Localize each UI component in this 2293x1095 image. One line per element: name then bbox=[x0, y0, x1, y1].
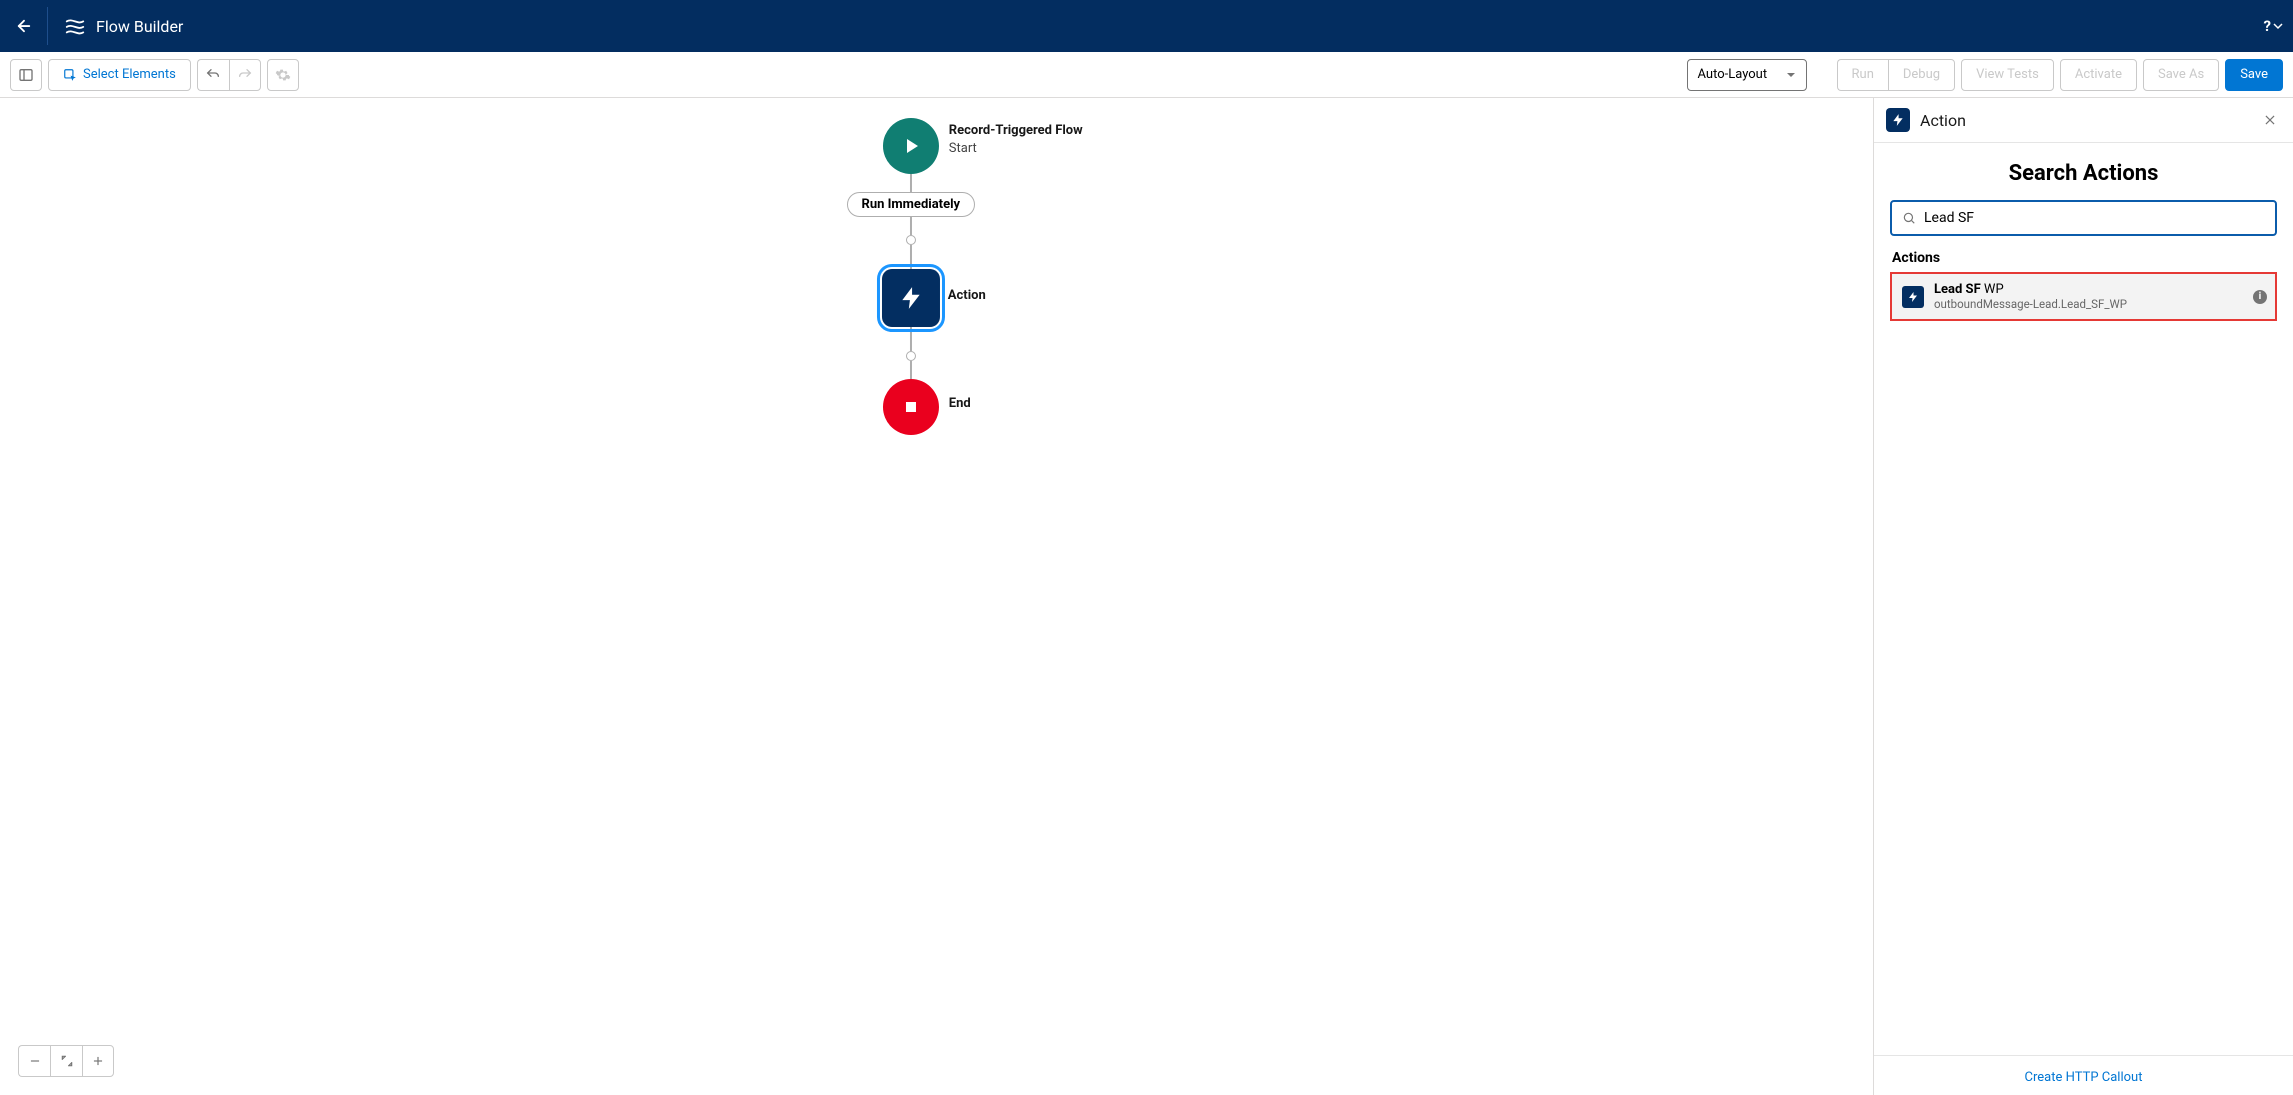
play-icon bbox=[899, 134, 923, 158]
app-title: Flow Builder bbox=[96, 17, 183, 36]
undo-icon bbox=[205, 67, 221, 83]
view-tests-button[interactable]: View Tests bbox=[1961, 59, 2054, 91]
help-button[interactable]: ? bbox=[2264, 17, 2283, 35]
panel-left-icon bbox=[18, 67, 34, 83]
close-panel-button[interactable] bbox=[2259, 109, 2281, 131]
select-elements-button[interactable]: Select Elements bbox=[48, 59, 191, 91]
create-http-callout-link[interactable]: Create HTTP Callout bbox=[2025, 1070, 2143, 1085]
lightning-icon bbox=[898, 285, 924, 311]
start-node[interactable] bbox=[883, 118, 939, 174]
redo-button[interactable] bbox=[229, 59, 261, 91]
panel-title: Action bbox=[1920, 111, 1966, 130]
search-actions-heading: Search Actions bbox=[1890, 161, 2277, 186]
run-button[interactable]: Run bbox=[1837, 59, 1888, 91]
debug-button[interactable]: Debug bbox=[1888, 59, 1955, 91]
zoom-in-button[interactable] bbox=[82, 1045, 114, 1077]
chevron-down-icon bbox=[2273, 21, 2283, 31]
zoom-fit-button[interactable] bbox=[50, 1045, 82, 1077]
flow-canvas[interactable]: Record-Triggered Flow Start Run Immediat… bbox=[0, 98, 1873, 1095]
toggle-panel-button[interactable] bbox=[10, 59, 42, 91]
arrow-left-icon bbox=[15, 17, 33, 35]
action-panel-icon bbox=[1886, 108, 1910, 132]
settings-button[interactable] bbox=[267, 59, 299, 91]
save-button[interactable]: Save bbox=[2225, 59, 2283, 91]
action-panel: Action Search Actions Actions Lead SF WP bbox=[1873, 98, 2293, 1095]
chevron-down-icon bbox=[1786, 70, 1796, 80]
action-result-title: Lead SF WP bbox=[1934, 282, 2127, 297]
redo-icon bbox=[237, 67, 253, 83]
search-actions-box[interactable] bbox=[1890, 200, 2277, 236]
help-icon: ? bbox=[2264, 17, 2271, 35]
action-result-info[interactable]: i bbox=[2253, 290, 2267, 304]
add-element-dot[interactable] bbox=[906, 351, 916, 361]
zoom-out-button[interactable] bbox=[18, 1045, 50, 1077]
save-as-button[interactable]: Save As bbox=[2143, 59, 2219, 91]
minus-icon bbox=[28, 1054, 42, 1068]
action-result-item[interactable]: Lead SF WP outboundMessage-Lead.Lead_SF_… bbox=[1890, 272, 2277, 321]
path-label[interactable]: Run Immediately bbox=[846, 192, 975, 217]
action-result-icon bbox=[1902, 286, 1924, 308]
action-result-sub: outboundMessage-Lead.Lead_SF_WP bbox=[1934, 297, 2127, 311]
gear-icon bbox=[275, 67, 291, 83]
stop-icon bbox=[901, 397, 921, 417]
plus-icon bbox=[91, 1054, 105, 1068]
cursor-box-icon bbox=[63, 68, 77, 82]
fit-icon bbox=[60, 1054, 74, 1068]
action-node-title: Action bbox=[948, 287, 986, 305]
actions-section-label: Actions bbox=[1892, 250, 2277, 266]
search-icon bbox=[1902, 211, 1916, 225]
end-node-title: End bbox=[949, 395, 971, 413]
back-button[interactable] bbox=[10, 7, 48, 45]
add-element-dot[interactable] bbox=[906, 235, 916, 245]
flow-builder-icon bbox=[64, 15, 86, 37]
layout-mode-dropdown[interactable]: Auto-Layout bbox=[1687, 59, 1807, 91]
start-node-title: Record-Triggered Flow bbox=[949, 122, 1083, 140]
end-node[interactable] bbox=[883, 379, 939, 435]
select-elements-label: Select Elements bbox=[83, 67, 176, 82]
activate-button[interactable]: Activate bbox=[2060, 59, 2137, 91]
search-actions-input[interactable] bbox=[1924, 210, 2265, 226]
action-node[interactable] bbox=[882, 269, 940, 327]
start-node-sub: Start bbox=[949, 140, 1083, 158]
lightning-icon bbox=[1891, 113, 1905, 127]
close-icon bbox=[2263, 113, 2277, 127]
layout-mode-label: Auto-Layout bbox=[1698, 67, 1768, 82]
lightning-icon bbox=[1907, 291, 1919, 303]
undo-button[interactable] bbox=[197, 59, 229, 91]
